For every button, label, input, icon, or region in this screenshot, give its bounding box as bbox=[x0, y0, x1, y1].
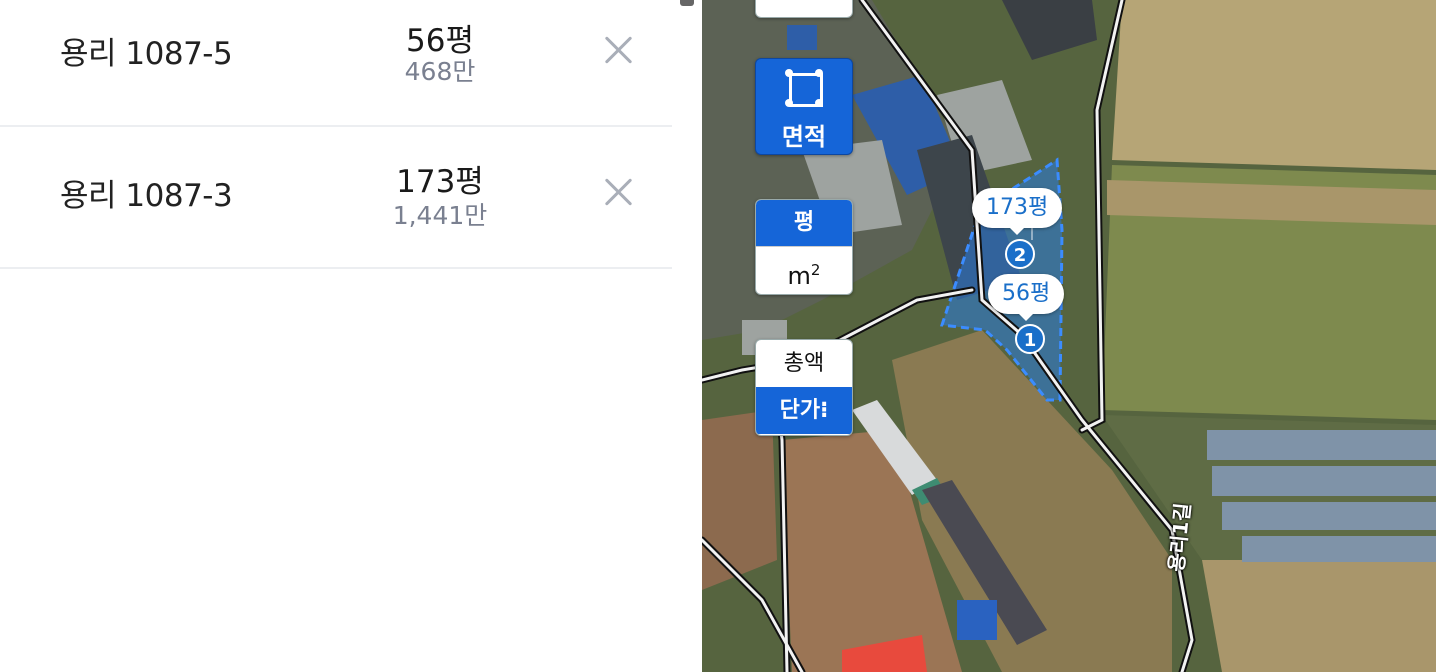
unit-toggle[interactable]: 평 m2 bbox=[755, 199, 853, 295]
scrollbar[interactable] bbox=[680, 0, 694, 6]
unit-pyeong-button[interactable]: 평 bbox=[756, 200, 852, 246]
unit-m2-button[interactable]: m2 bbox=[756, 246, 852, 293]
parcel-price: 1,441만 bbox=[392, 201, 488, 230]
close-icon[interactable] bbox=[598, 172, 638, 212]
area-measure-label: 면적 bbox=[781, 123, 827, 151]
parcel-address: 용리 1087-5 bbox=[60, 36, 233, 72]
list-item[interactable]: 용리 1087-5 56평 468만 bbox=[0, 0, 672, 127]
parcel-marker[interactable]: 2 bbox=[1005, 239, 1035, 269]
close-icon[interactable] bbox=[598, 30, 638, 70]
area-label-bubble[interactable]: 56평 bbox=[988, 274, 1065, 321]
unit-m2-label: m bbox=[787, 262, 811, 290]
map-tool-button[interactable] bbox=[755, 0, 853, 18]
parcel-address: 용리 1087-3 bbox=[60, 178, 233, 214]
price-total-button[interactable]: 총액 bbox=[756, 340, 852, 387]
parcel-list-panel: 용리 1087-5 56평 468만 용리 1087-3 173평 1,441만 bbox=[0, 0, 702, 672]
parcel-price: 468만 bbox=[404, 57, 476, 86]
list-item[interactable]: 용리 1087-3 173평 1,441만 bbox=[0, 126, 672, 269]
area-label-bubble[interactable]: 173평 bbox=[972, 188, 1063, 235]
parcel-marker[interactable]: 1 bbox=[1015, 324, 1045, 354]
area-measure-button[interactable]: 면적 bbox=[755, 58, 853, 155]
parcel-area: 173평 bbox=[396, 164, 484, 200]
unit-m2-sup: 2 bbox=[810, 261, 821, 279]
satellite-map[interactable]: 면적 평 m2 총액 단가⁝ 173평 2 56평 1 용리1길 bbox=[702, 0, 1436, 672]
price-toggle[interactable]: 총액 단가⁝ bbox=[755, 339, 853, 436]
price-unit-button[interactable]: 단가⁝ bbox=[756, 387, 852, 434]
